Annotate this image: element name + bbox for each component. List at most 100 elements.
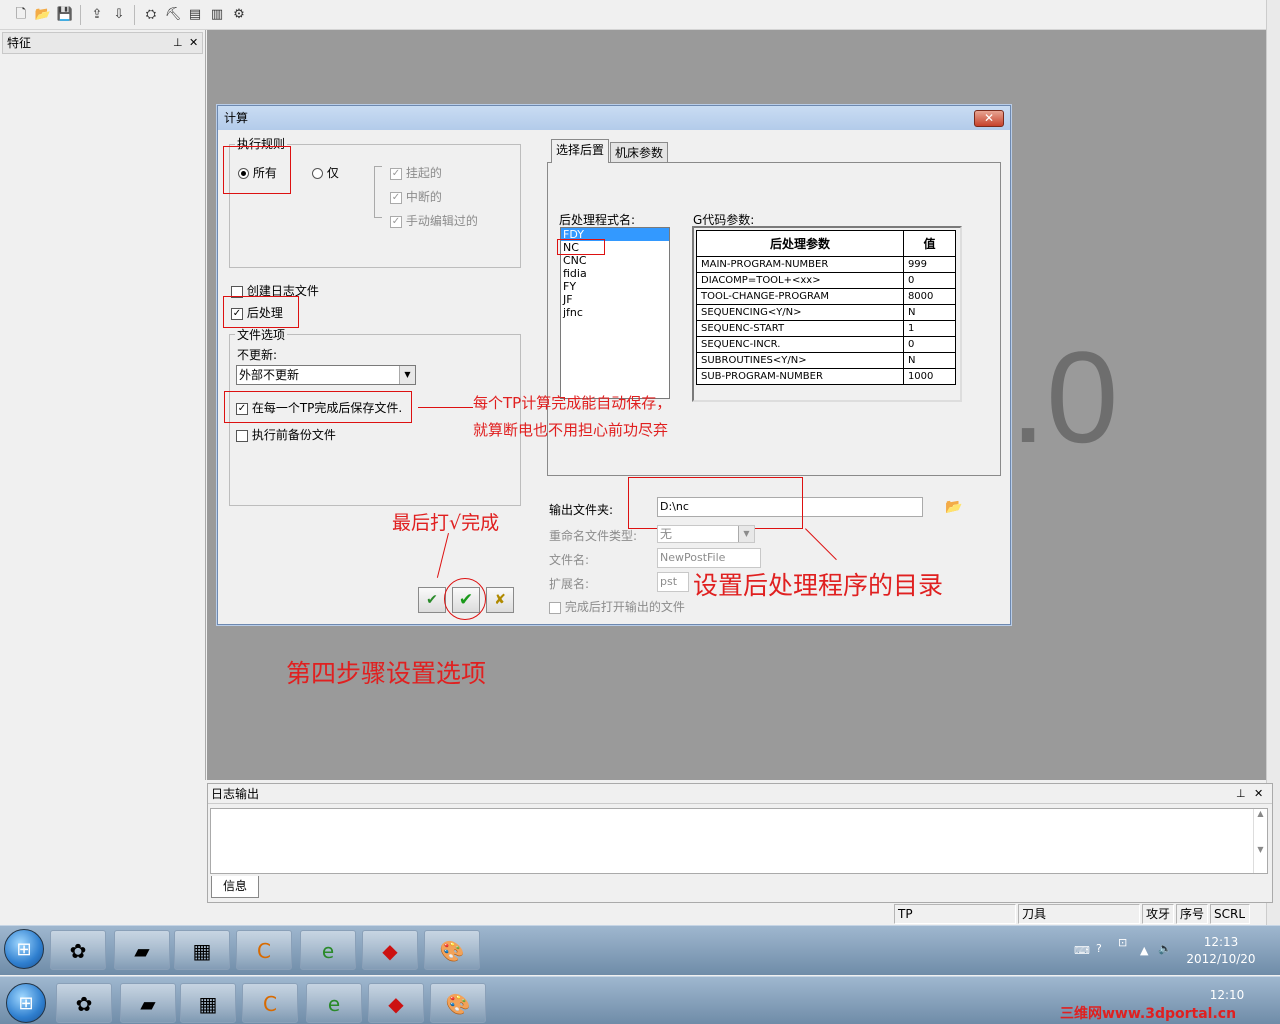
list-item[interactable]: FY: [561, 280, 669, 293]
annotation-box-post: [223, 296, 299, 328]
list-item[interactable]: jfnc: [561, 306, 669, 319]
accept-settings-button[interactable]: ✔: [418, 587, 446, 613]
tool-sheet-icon[interactable]: ▤: [186, 6, 204, 24]
calc-tool-icon[interactable]: ⛭: [142, 6, 160, 24]
paint-icon[interactable]: 🎨: [424, 930, 480, 970]
table-row[interactable]: SEQUENC-START 1: [696, 320, 957, 337]
taskbar-clock[interactable]: 12:10: [1182, 987, 1272, 1004]
backup-before-checkbox[interactable]: [236, 429, 248, 442]
folder-icon[interactable]: ▰: [114, 930, 170, 970]
tool-path-icon[interactable]: ⛏: [164, 6, 182, 24]
table-row[interactable]: DIACOMP=TOOL+<xx> 0: [696, 272, 957, 289]
chevron-down-icon[interactable]: ▼: [399, 366, 415, 384]
param-name: TOOL-CHANGE-PROGRAM: [696, 288, 904, 305]
annotation-circle-apply: [444, 578, 486, 620]
import-icon[interactable]: ⇪: [88, 6, 106, 24]
opt-suspended-checkbox[interactable]: ✓: [390, 167, 402, 180]
backup-before-option[interactable]: 执行前备份文件: [236, 426, 336, 443]
param-value[interactable]: N: [902, 304, 957, 321]
table-row[interactable]: MAIN-PROGRAM-NUMBER 999: [696, 256, 957, 273]
log-output-text[interactable]: ▲ ▼: [210, 808, 1268, 874]
opt-interrupted-label: 中断的: [405, 190, 442, 204]
tab-info[interactable]: 信息: [211, 876, 259, 898]
tab-machine-params[interactable]: 机床参数: [610, 142, 669, 164]
radio-only-indicator[interactable]: [312, 168, 323, 179]
pin-icon[interactable]: ⊥: [1236, 784, 1246, 804]
param-value[interactable]: 1: [902, 320, 957, 337]
app-launcher-icon[interactable]: ✿: [56, 983, 112, 1023]
pin-icon[interactable]: ⊥: [173, 33, 183, 53]
save-icon[interactable]: 💾: [56, 6, 74, 24]
opt-manual-edited-checkbox[interactable]: ✓: [390, 215, 402, 228]
help-icon[interactable]: ?: [1096, 942, 1102, 955]
table-row[interactable]: SEQUENC-INCR. 0: [696, 336, 957, 353]
start-button[interactable]: ⊞: [6, 983, 46, 1023]
paint-icon[interactable]: 🎨: [430, 983, 486, 1023]
open-after-checkbox[interactable]: [549, 601, 561, 614]
cad-app-icon[interactable]: ◆: [362, 930, 418, 970]
list-item[interactable]: fidia: [561, 267, 669, 280]
new-file-icon[interactable]: 🗋: [12, 6, 30, 24]
update-mode-select[interactable]: 外部不更新 ▼: [236, 365, 416, 385]
browser-icon[interactable]: e: [306, 983, 362, 1023]
tab-select-post[interactable]: 选择后置: [551, 139, 610, 163]
table-row[interactable]: SUBROUTINES<Y/N> N: [696, 352, 957, 369]
radio-only[interactable]: 仅: [312, 164, 339, 181]
start-button[interactable]: ⊞: [4, 929, 44, 969]
radio-only-label: 仅: [326, 166, 339, 180]
app-launcher-icon[interactable]: ✿: [50, 930, 106, 970]
network-icon[interactable]: ⊡: [1118, 936, 1127, 949]
export-icon[interactable]: ⇩: [110, 6, 128, 24]
file-options-legend: 文件选项: [235, 328, 288, 342]
volume-icon[interactable]: 🔈: [1158, 942, 1172, 955]
cam-app-icon[interactable]: C: [242, 983, 298, 1023]
status-scrl: SCRL: [1210, 904, 1250, 924]
show-hidden-icon[interactable]: ▲: [1140, 944, 1148, 957]
opt-interrupted: ✓ 中断的: [390, 188, 442, 205]
param-name: DIACOMP=TOOL+<xx>: [696, 272, 904, 289]
explorer-icon[interactable]: ▦: [180, 983, 236, 1023]
param-value[interactable]: 0: [902, 272, 957, 289]
list-item[interactable]: JF: [561, 293, 669, 306]
list-item[interactable]: CNC: [561, 254, 669, 267]
param-value[interactable]: 0: [902, 336, 957, 353]
cancel-button[interactable]: ✘: [486, 587, 514, 613]
table-row[interactable]: SUB-PROGRAM-NUMBER 1000: [696, 368, 957, 385]
open-folder-icon[interactable]: 📂: [34, 6, 52, 24]
param-value[interactable]: 999: [902, 256, 957, 273]
dialog-title: 计算: [218, 106, 1010, 130]
annotation-box-save: [224, 391, 412, 423]
param-name: SUB-PROGRAM-NUMBER: [696, 368, 904, 385]
browse-folder-icon[interactable]: 📂: [945, 499, 962, 515]
chevron-down-icon[interactable]: ▼: [738, 526, 754, 542]
backup-before-label: 执行前备份文件: [251, 428, 336, 442]
cam-app-icon[interactable]: C: [236, 930, 292, 970]
close-icon[interactable]: ✕: [1254, 784, 1263, 804]
param-value[interactable]: N: [902, 352, 957, 369]
annotation-line-autosave: [418, 407, 473, 408]
close-icon[interactable]: ✕: [189, 33, 198, 53]
opt-interrupted-checkbox[interactable]: ✓: [390, 191, 402, 204]
tool-list-icon[interactable]: ▥: [208, 6, 226, 24]
explorer-icon[interactable]: ▦: [174, 930, 230, 970]
cad-app-icon[interactable]: ◆: [368, 983, 424, 1023]
rename-type-select[interactable]: 无 ▼: [657, 525, 755, 543]
filename-input[interactable]: NewPostFile: [657, 548, 761, 568]
browser-icon[interactable]: e: [300, 930, 356, 970]
folder-icon[interactable]: ▰: [120, 983, 176, 1023]
param-value[interactable]: 8000: [902, 288, 957, 305]
machine-icon[interactable]: ⚙: [230, 6, 248, 24]
dialog-close-button[interactable]: ✕: [974, 110, 1004, 127]
keyboard-icon[interactable]: ⌨: [1074, 944, 1090, 957]
open-after-option[interactable]: 完成后打开输出的文件: [549, 598, 685, 615]
annotation-box-output: [628, 477, 803, 529]
log-scrollbar[interactable]: ▲ ▼: [1253, 809, 1267, 873]
table-row[interactable]: SEQUENCING<Y/N> N: [696, 304, 957, 321]
param-value[interactable]: 1000: [902, 368, 957, 385]
log-output-header: 日志输出 ⊥ ✕: [208, 784, 1272, 804]
ext-input[interactable]: pst: [657, 572, 689, 592]
opt-suspended: ✓ 挂起的: [390, 164, 442, 181]
taskbar-clock[interactable]: 12:13 2012/10/20: [1176, 934, 1266, 968]
table-row[interactable]: TOOL-CHANGE-PROGRAM 8000: [696, 288, 957, 305]
output-folder-label: 输出文件夹:: [549, 503, 614, 517]
